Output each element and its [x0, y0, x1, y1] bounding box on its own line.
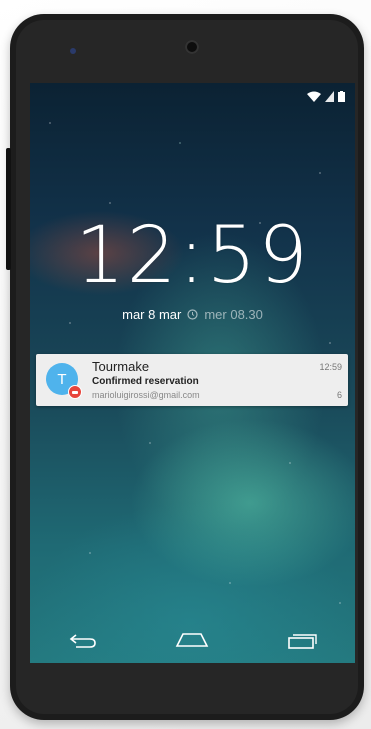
wifi-icon: [307, 91, 321, 102]
notification-app-name: Tourmake: [92, 359, 150, 374]
recents-icon[interactable]: [287, 631, 317, 649]
battery-icon: [338, 90, 345, 102]
gmail-badge-icon: [68, 385, 82, 399]
navigation-bar: [30, 617, 355, 663]
notification-card[interactable]: T Tourmake 12:59 Confirmed reservation m…: [36, 354, 348, 406]
status-bar: [307, 89, 345, 103]
front-camera: [185, 40, 199, 54]
lockscreen-date: mar 8 mar: [122, 307, 182, 322]
avatar-letter: T: [57, 370, 67, 388]
date-alarm-line: mar 8 mar mer 08.30: [30, 307, 355, 322]
home-icon[interactable]: [174, 632, 210, 648]
volume-button: [6, 148, 11, 270]
sensor-dot: [70, 48, 76, 54]
next-alarm: mer 08.30: [204, 307, 263, 322]
notification-time: 12:59: [319, 362, 342, 372]
lockscreen-clock: 12:59: [75, 211, 310, 301]
lock-screen: 12:59 mar 8 mar mer 08.30 T Tourmake 12:…: [30, 83, 355, 663]
back-icon[interactable]: [68, 632, 98, 648]
notification-subject: Confirmed reservation: [92, 376, 199, 387]
alarm-icon: [187, 309, 198, 320]
notification-account: marioluigirossi@gmail.com: [92, 390, 200, 400]
signal-icon: [325, 90, 334, 102]
notification-count: 6: [336, 390, 342, 400]
